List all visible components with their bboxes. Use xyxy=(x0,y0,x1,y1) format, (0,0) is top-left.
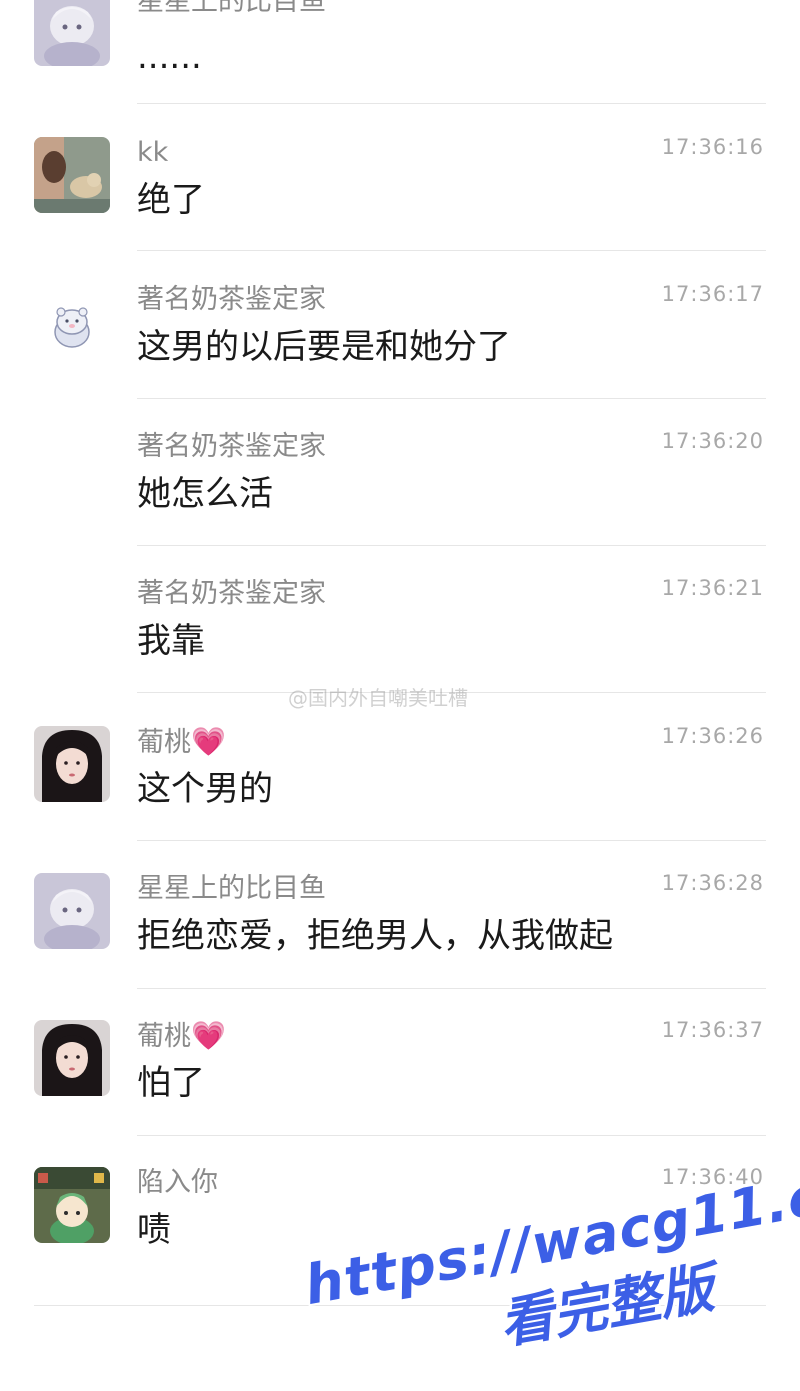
message-text: ...... xyxy=(137,37,202,77)
sender-name: 葡桃💗 xyxy=(137,1019,226,1052)
anime-girl-avatar[interactable] xyxy=(34,873,110,949)
message-time: 17:36:21 xyxy=(661,576,764,600)
sender-name: 星星上的比目鱼 xyxy=(137,873,326,904)
divider xyxy=(137,398,766,399)
message-text: 啧 xyxy=(137,1210,171,1250)
heart-icon: 💗 xyxy=(191,725,226,758)
sender-name: 星星上的比目鱼 xyxy=(137,0,326,17)
divider xyxy=(137,545,766,546)
heart-icon: 💗 xyxy=(191,1019,226,1052)
message-time: 17:36:28 xyxy=(661,871,764,895)
hamster-sticker-avatar[interactable] xyxy=(34,284,110,360)
message-time: 17:36:17 xyxy=(661,282,764,306)
divider xyxy=(137,103,766,104)
message-time: 17:36:37 xyxy=(661,1018,764,1042)
photo-cat-avatar[interactable] xyxy=(34,137,110,213)
sender-name-text: 葡桃 xyxy=(137,1021,191,1052)
message-time: 17:36:16 xyxy=(661,135,764,159)
message-text: 绝了 xyxy=(137,180,205,220)
message-time: 17:36:26 xyxy=(661,724,764,748)
cartoon-boy-avatar[interactable] xyxy=(34,1167,110,1243)
sender-name: 葡桃💗 xyxy=(137,725,226,758)
weibo-watermark: @国内外自嘲美吐槽 xyxy=(288,686,468,710)
sender-name: 著名奶茶鉴定家 xyxy=(137,431,326,462)
anime-girl-avatar[interactable] xyxy=(34,0,110,66)
message-text: 我靠 xyxy=(137,621,205,661)
sender-name: 著名奶茶鉴定家 xyxy=(137,578,326,609)
sender-name: 陷入你 xyxy=(137,1167,218,1198)
divider xyxy=(137,988,766,989)
divider xyxy=(137,250,766,251)
message-time: 17:36:20 xyxy=(661,429,764,453)
sender-name-text: 葡桃 xyxy=(137,727,191,758)
message-text: 这个男的 xyxy=(137,769,273,809)
message-text: 这男的以后要是和她分了 xyxy=(137,327,511,367)
message-text: 怕了 xyxy=(137,1063,205,1103)
message-text: 她怎么活 xyxy=(137,474,273,514)
girl-portrait-avatar[interactable] xyxy=(34,726,110,802)
divider xyxy=(137,840,766,841)
sender-name: 著名奶茶鉴定家 xyxy=(137,284,326,315)
message-text: 拒绝恋爱，拒绝男人，从我做起 xyxy=(137,916,613,956)
divider xyxy=(137,1135,766,1136)
site-watermark: https://wacg11.com 看完整版 xyxy=(300,1148,800,1391)
sender-name: kk xyxy=(137,137,169,168)
girl-portrait-avatar[interactable] xyxy=(34,1020,110,1096)
